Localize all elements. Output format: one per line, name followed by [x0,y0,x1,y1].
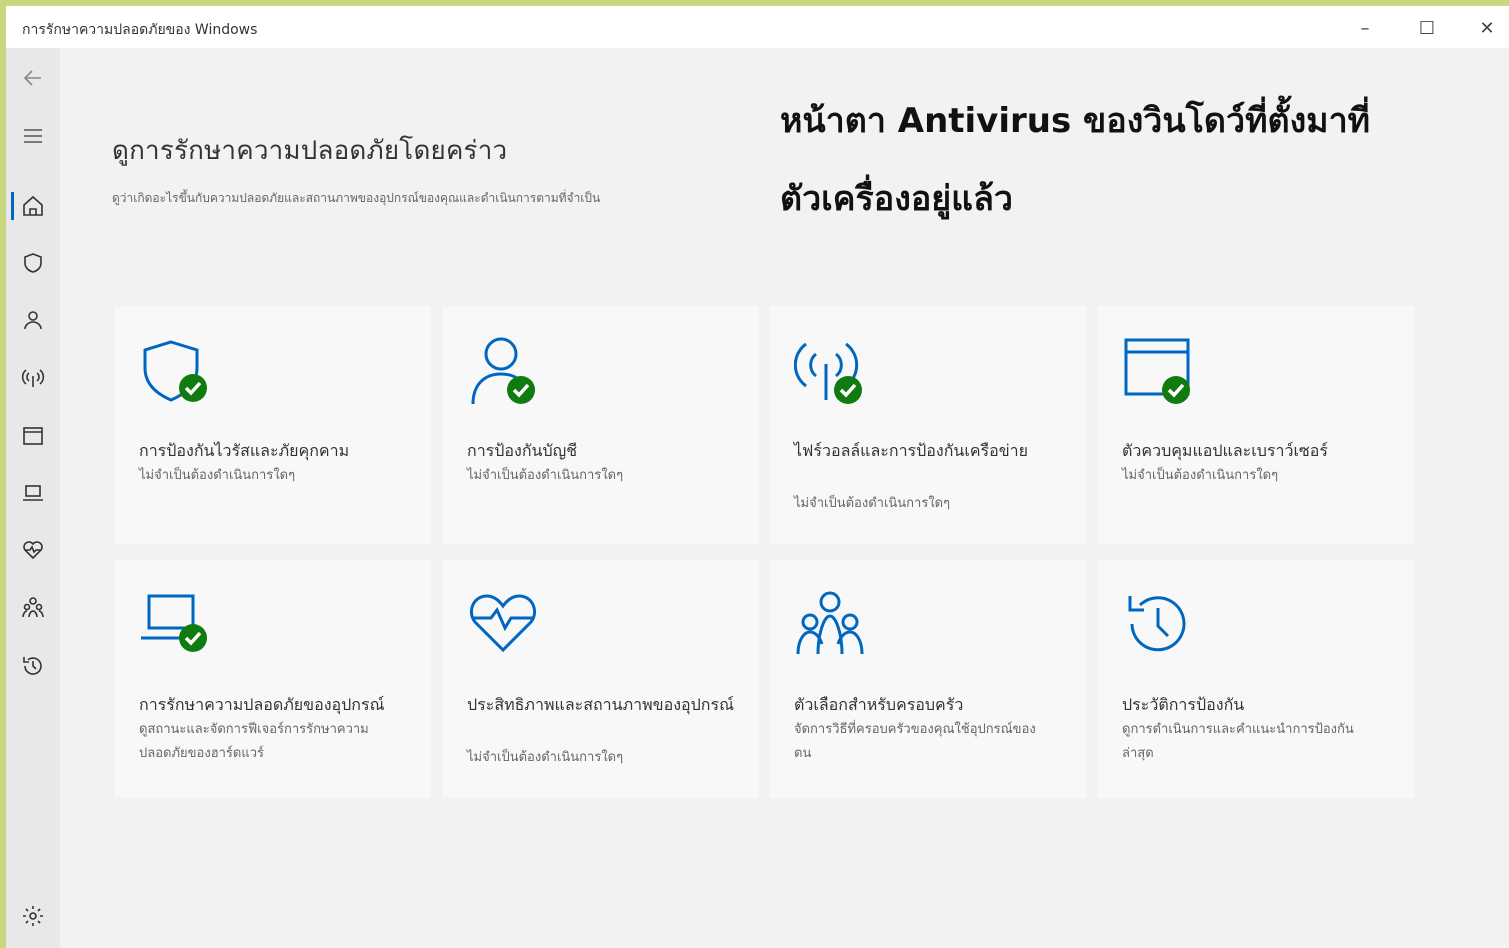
tile-status: ดูการดำเนินการและคำแนะนำการป้องกันล่าสุด [1122,722,1354,761]
sidebar-item-virus-protection[interactable] [6,243,60,283]
page-title: ดูการรักษาความปลอดภัยโดยคร่าว [112,136,508,166]
hamburger-icon [24,129,42,143]
tile-status: ไม่จำเป็นต้องดำเนินการใดๆ [467,468,624,483]
caption-line-1: หน้าตา Antivirus ของวินโดว์ที่ตั้งมาที่ [780,101,1371,141]
history-icon [23,657,42,675]
sidebar-item-family-options[interactable] [6,588,60,628]
tile-status: ไม่จำเป็นต้องดำเนินการใดๆ [139,468,296,483]
family-icon [796,591,864,655]
tile-status: ไม่จำเป็นต้องดำเนินการใดๆ [794,496,951,511]
tile-protection-history[interactable]: ประวัติการป้องกัน ดูการดำเนินการและคำแนะ… [1098,560,1414,798]
sidebar-item-firewall[interactable] [6,358,60,398]
tile-device-security[interactable]: การรักษาความปลอดภัยของอุปกรณ์ ดูสถานะและ… [115,560,431,798]
menu-button[interactable] [6,116,60,156]
tile-status: จัดการวิธีที่ครอบครัวของคุณใช้อุปกรณ์ของ… [794,722,1036,761]
tile-status: ไม่จำเป็นต้องดำเนินการใดๆ [467,750,624,765]
tile-device-performance[interactable]: ประสิทธิภาพและสถานภาพของอุปกรณ์ ไม่จำเป็… [443,560,759,798]
minimize-button[interactable]: – [1342,12,1388,44]
tile-app-browser-control[interactable]: ตัวควบคุมแอปและเบราว์เซอร์ ไม่จำเป็นต้อง… [1098,306,1414,544]
sidebar-item-device-security[interactable] [6,473,60,513]
titlebar: การรักษาความปลอดภัยของ Windows – ☐ ✕ [6,6,1509,48]
tile-status: ดูสถานะและจัดการฟีเจอร์การรักษาความปลอดภ… [139,722,369,761]
sidebar-nav [6,48,60,948]
browser-check-icon [1124,338,1190,404]
sidebar-item-account-protection[interactable] [6,300,60,340]
annotation-caption: หน้าตา Antivirus ของวินโดว์ที่ตั้งมาที่ … [780,82,1440,238]
window-title: การรักษาความปลอดภัยของ Windows [22,22,258,38]
tile-name: ประวัติการป้องกัน [1122,695,1245,714]
tile-account-protection[interactable]: การป้องกันบัญชี ไม่จำเป็นต้องดำเนินการใด… [443,306,759,544]
tile-status: ไม่จำเป็นต้องดำเนินการใดๆ [1122,468,1279,483]
tile-firewall[interactable]: ไฟร์วอลล์และการป้องกันเครือข่าย ไม่จำเป็… [770,306,1086,544]
tile-virus-protection[interactable]: การป้องกันไวรัสและภัยคุกคาม ไม่จำเป็นต้อ… [115,306,431,544]
back-button[interactable] [6,58,60,98]
sidebar-item-device-performance[interactable] [6,530,60,570]
sidebar-item-settings[interactable] [6,896,60,936]
browser-window-icon [23,427,43,445]
tile-name: การป้องกันบัญชี [467,441,578,460]
tile-name: การรักษาความปลอดภัยของอุปกรณ์ [139,695,385,714]
antenna-check-icon [794,342,862,404]
sidebar-item-protection-history[interactable] [6,646,60,686]
heart-pulse-icon [23,541,43,560]
sidebar-item-app-browser-control[interactable] [6,416,60,456]
tile-name: ตัวควบคุมแอปและเบราว์เซอร์ [1122,441,1328,460]
shield-icon [24,253,42,273]
tile-family-options[interactable]: ตัวเลือกสำหรับครอบครัว จัดการวิธีที่ครอบ… [770,560,1086,798]
page-subtitle: ดูว่าเกิดอะไรขึ้นกับความปลอดภัยและสถานภา… [112,191,601,205]
antenna-icon [21,369,45,387]
sidebar-item-home[interactable] [6,186,60,226]
tile-name: ไฟร์วอลล์และการป้องกันเครือข่าย [794,441,1029,460]
laptop-icon [23,485,43,501]
person-check-icon [471,337,535,405]
maximize-button[interactable]: ☐ [1404,12,1450,44]
tile-name: ตัวเลือกสำหรับครอบครัว [794,695,964,714]
tile-name: การป้องกันไวรัสและภัยคุกคาม [139,441,350,460]
history-icon [1128,596,1186,652]
gear-icon [23,906,43,926]
heart-pulse-icon [470,594,536,653]
person-icon [24,311,42,330]
laptop-check-icon [141,594,207,652]
home-icon [23,195,43,216]
shield-check-icon [143,340,207,402]
close-button[interactable]: ✕ [1464,12,1509,44]
back-arrow-icon [23,70,41,86]
caption-line-2: ตัวเครื่องอยู่แล้ว [780,179,1014,219]
tile-name: ประสิทธิภาพและสถานภาพของอุปกรณ์ [467,695,734,714]
active-indicator [11,192,14,220]
family-icon [22,597,44,618]
